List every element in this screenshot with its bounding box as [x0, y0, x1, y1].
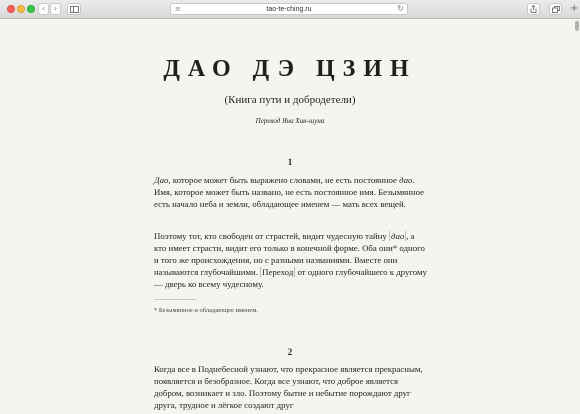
text-run: Поэтому тот, кто свободен от страстей, в… [154, 231, 389, 241]
back-button[interactable]: ‹ [38, 3, 49, 15]
footnote: * Безымянное и обладающее именем. [154, 307, 259, 314]
address-bar[interactable]: ≡ tao-te-ching.ru ↻ [170, 3, 408, 15]
new-tab-button[interactable]: + [570, 4, 578, 14]
close-window-button[interactable] [7, 5, 15, 13]
reload-icon[interactable]: ↻ [397, 4, 404, 14]
chevron-right-icon: › [53, 4, 58, 13]
browser-toolbar: ‹ › ≡ tao-te-ching.ru ↻ + [0, 0, 580, 19]
footnote-divider [154, 299, 196, 300]
sidebar-icon [69, 6, 79, 13]
text-run: Когда все в Поднебесной узнают, что прек… [154, 364, 423, 410]
share-icon [530, 4, 537, 13]
chapter-number: 2 [287, 347, 293, 357]
show-tabs-button[interactable] [549, 3, 562, 15]
sidebar-toggle-button[interactable] [67, 3, 81, 15]
book-subtitle: (Книга пути и добродетели) [224, 94, 356, 106]
emphasized-term: Дао [154, 175, 169, 185]
emphasized-term: дао [389, 231, 407, 241]
emphasized-term: дао [399, 175, 413, 185]
chapter-paragraph: Когда все в Поднебесной узнают, что прек… [154, 363, 429, 411]
tabs-icon [551, 6, 560, 13]
chapter-paragraph: Дао, которое может быть выражено словами… [154, 174, 429, 210]
zoom-window-button[interactable] [27, 5, 35, 13]
share-button[interactable] [527, 3, 540, 15]
text-run: , которое может быть выражено словами, н… [168, 175, 400, 185]
chevron-left-icon: ‹ [41, 4, 46, 13]
forward-button[interactable]: › [50, 3, 61, 15]
emphasized-term: Переход [260, 267, 296, 277]
translator-credit: Перевод Яна Хин-шуна [255, 117, 325, 125]
book-title: ДАО ДЭ ЦЗИН [163, 56, 417, 82]
url-text: tao-te-ching.ru [266, 6, 312, 13]
chapter-paragraph: Поэтому тот, кто свободен от страстей, в… [154, 230, 429, 290]
page-content: ДАО ДЭ ЦЗИН (Книга пути и добродетели) П… [0, 19, 580, 414]
chapter-number: 1 [287, 157, 293, 167]
minimize-window-button[interactable] [17, 5, 25, 13]
